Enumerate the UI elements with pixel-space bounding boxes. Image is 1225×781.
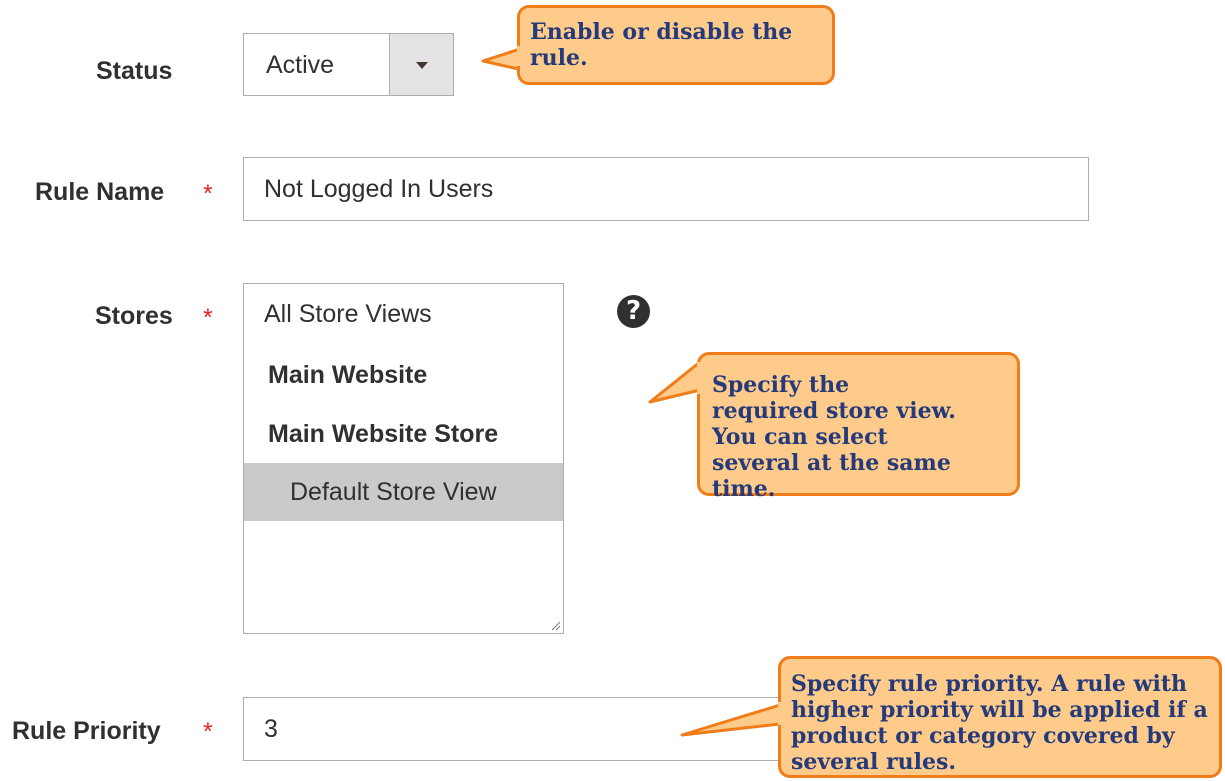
stores-callout-pointer-cover [697, 362, 703, 394]
stores-multiselect[interactable]: All Store Views Main Website Main Websit… [243, 283, 564, 634]
status-select-value: Active [266, 51, 335, 79]
status-select[interactable]: Active [243, 33, 454, 96]
rule-name-value: Not Logged In Users [264, 175, 494, 203]
store-option[interactable]: All Store Views [244, 285, 563, 343]
status-select-toggle[interactable] [389, 34, 453, 95]
priority-callout-pointer-cover [778, 702, 784, 725]
priority-callout: Specify rule priority. A rule with highe… [778, 656, 1222, 778]
status-callout-pointer-cover [517, 46, 523, 66]
rule-name-input[interactable]: Not Logged In Users [243, 157, 1089, 221]
status-callout: Enable or disable the rule. [517, 5, 835, 85]
rule-priority-label: Rule Priority [12, 717, 161, 745]
priority-callout-pointer [680, 703, 782, 737]
resize-handle-icon[interactable] [549, 619, 561, 631]
rule-priority-value: 3 [264, 715, 278, 743]
rule-name-label: Rule Name [35, 178, 165, 206]
stores-required-mark: * [203, 304, 213, 332]
store-option-selected[interactable]: Default Store View [244, 463, 563, 521]
priority-callout-text: Specify rule priority. A rule with highe… [791, 671, 1208, 775]
stores-callout: Specify the required store view. You can… [697, 352, 1020, 502]
rule-name-required-mark: * [203, 180, 213, 208]
stores-label: Stores [95, 302, 173, 330]
stores-callout-text: Specify the required store view. You can… [712, 372, 956, 502]
store-option-group[interactable]: Main Website [244, 346, 563, 404]
chevron-down-icon [416, 62, 428, 69]
status-callout-text: Enable or disable the rule. [530, 19, 793, 71]
status-label: Status [96, 57, 173, 85]
question-circle-icon[interactable]: ? [617, 295, 650, 328]
store-option-group[interactable]: Main Website Store [244, 405, 563, 463]
rule-priority-required-mark: * [203, 718, 213, 746]
